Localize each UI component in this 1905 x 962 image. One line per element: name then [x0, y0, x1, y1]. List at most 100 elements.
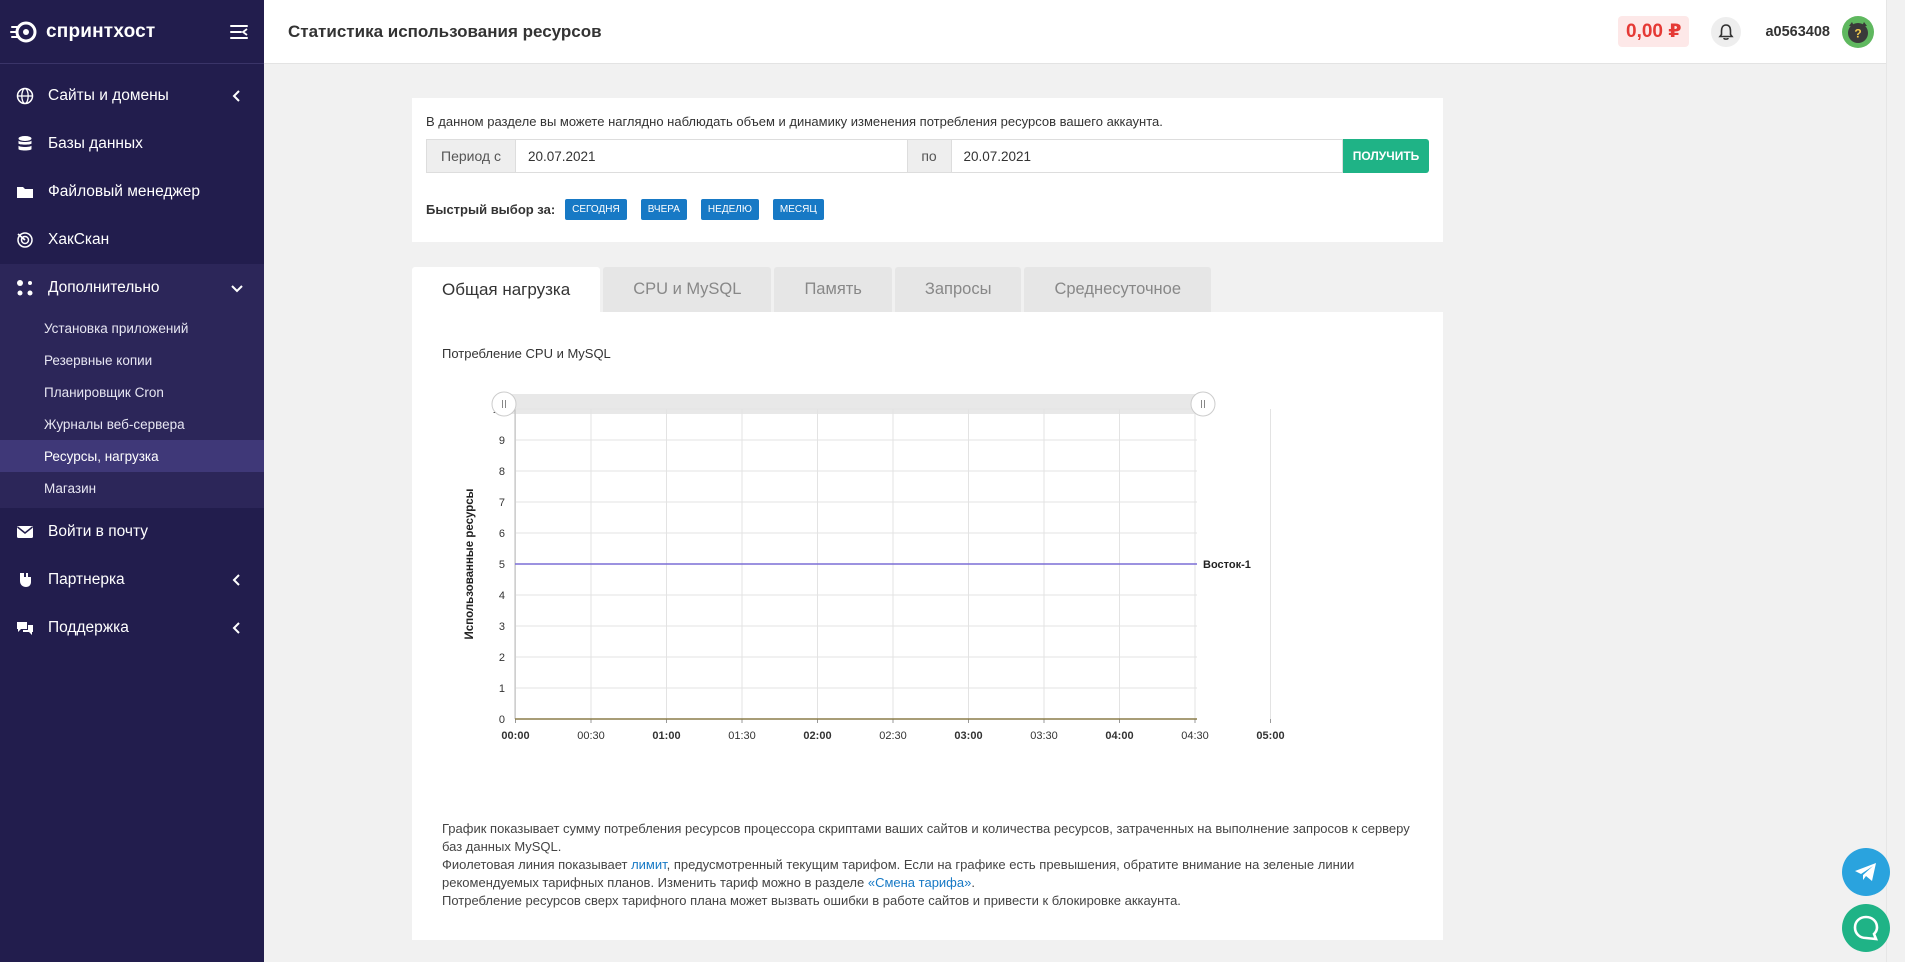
mail-icon: [16, 523, 34, 541]
chart-x-tick-label: 01:30: [728, 730, 756, 742]
change-tariff-link[interactable]: «Смена тарифа»: [868, 875, 972, 890]
chevron-left-icon: [232, 90, 240, 102]
quick-select-label: Быстрый выбор за:: [426, 202, 556, 217]
sidebar-item-databases[interactable]: Базы данных: [0, 120, 264, 168]
chart-x-tick-label: 04:00: [1105, 730, 1133, 742]
sidebar-item-hackscan[interactable]: ХакСкан: [0, 216, 264, 264]
chart-range-handle-left[interactable]: [491, 391, 517, 417]
scan-icon: [16, 231, 34, 249]
sidebar-item-label: Партнерка: [48, 571, 125, 588]
get-button[interactable]: ПОЛУЧИТЬ: [1343, 139, 1429, 173]
period-row: Период с 20.07.2021 по 20.07.2021 ПОЛУЧИ…: [426, 139, 1429, 173]
note-text: Фиолетовая линия показывает: [442, 857, 632, 872]
tab-requests[interactable]: Запросы: [894, 267, 1022, 312]
page-title: Статистика использования ресурсов: [288, 21, 602, 41]
menu-toggle-icon[interactable]: [228, 21, 250, 43]
logo-bar: спринтхост: [0, 0, 264, 64]
sidebar-item-label: ХакСкан: [48, 231, 110, 248]
quick-today-button[interactable]: СЕГОДНЯ: [565, 199, 627, 220]
chart-y-tick-label: 4: [499, 590, 505, 602]
tab-total-load[interactable]: Общая нагрузка: [412, 267, 601, 312]
globe-icon: [16, 87, 34, 105]
note-line-1: График показывает сумму потребления ресу…: [442, 821, 1410, 854]
note-line-2: Фиолетовая линия показывает лимит, преду…: [442, 856, 1422, 892]
chart-svg: 01234567891000:0000:3001:0001:3002:0002:…: [464, 391, 1285, 742]
submenu-item-app-install[interactable]: Установка приложений: [0, 312, 264, 344]
chart-y-axis-label: Использованные ресурсы: [464, 488, 476, 639]
chart-x-tick-label: 00:30: [577, 730, 605, 742]
sidebar-item-additional[interactable]: Дополнительно: [0, 264, 264, 312]
logo-icon[interactable]: [10, 18, 38, 46]
sidebar-item-label: Поддержка: [48, 619, 129, 636]
chart-x-tick-label: 03:00: [954, 730, 982, 742]
telegram-icon: [1855, 863, 1876, 881]
notifications-button[interactable]: [1711, 16, 1742, 47]
sidebar-item-support[interactable]: Поддержка: [0, 604, 264, 652]
sidebar: спринтхост Сайты и домены Базы данных Фа…: [0, 0, 264, 962]
chart-y-tick-label: 6: [499, 528, 505, 540]
quick-month-button[interactable]: МЕСЯЦ: [772, 199, 824, 220]
telegram-button[interactable]: [1842, 848, 1890, 896]
tab-daily-average[interactable]: Среднесуточное: [1024, 267, 1212, 312]
submenu-item-shop[interactable]: Магазин: [0, 472, 264, 504]
support-chat-icon: [16, 619, 34, 637]
sidebar-item-mail[interactable]: Войти в почту: [0, 508, 264, 556]
chart-limit-label: Восток-1: [1203, 559, 1251, 571]
note-text: .: [971, 875, 975, 890]
period-from-label: Период с: [426, 139, 516, 173]
date-to-input[interactable]: 20.07.2021: [951, 139, 1343, 173]
chart-x-tick-label: 03:30: [1030, 730, 1058, 742]
note-line-3: Потребление ресурсов сверх тарифного пла…: [442, 893, 1181, 908]
chart-y-tick-label: 0: [499, 714, 505, 726]
svg-text:?: ?: [1854, 26, 1861, 40]
sidebar-item-file-manager[interactable]: Файловый менеджер: [0, 168, 264, 216]
submenu-item-web-logs[interactable]: Журналы веб-сервера: [0, 408, 264, 440]
sidebar-nav: Сайты и домены Базы данных Файловый мене…: [0, 64, 264, 652]
chat-button[interactable]: [1842, 904, 1890, 952]
quick-yesterday-button[interactable]: ВЧЕРА: [640, 199, 687, 220]
top-header: Статистика использования ресурсов 0,00 ₽…: [264, 0, 1886, 64]
username[interactable]: a0563408: [1765, 24, 1830, 40]
sidebar-item-partner[interactable]: Партнерка: [0, 556, 264, 604]
chat-bubble-icon: [1853, 915, 1879, 941]
chart-x-tick-label: 01:00: [652, 730, 680, 742]
chart-x-tick-label: 00:00: [501, 730, 529, 742]
filter-card: В данном разделе вы можете наглядно набл…: [412, 98, 1443, 242]
page-scrollbar[interactable]: [1886, 0, 1905, 962]
chart-y-tick-label: 3: [499, 621, 505, 633]
period-to-label: по: [907, 139, 952, 173]
chart-x-tick-label: 02:00: [803, 730, 831, 742]
sidebar-item-label: Войти в почту: [48, 523, 148, 540]
balance-badge[interactable]: 0,00 ₽: [1618, 16, 1690, 47]
chevron-left-icon: [232, 574, 240, 586]
tab-memory[interactable]: Память: [774, 267, 892, 312]
handshake-icon: [16, 571, 34, 589]
chart-y-tick-label: 8: [499, 466, 505, 478]
date-from-input[interactable]: 20.07.2021: [516, 139, 908, 173]
sidebar-item-label: Дополнительно: [48, 279, 160, 296]
chart-title: Потребление CPU и MySQL: [442, 346, 611, 361]
tab-cpu-mysql[interactable]: CPU и MySQL: [603, 267, 772, 312]
avatar[interactable]: ?: [1842, 15, 1874, 48]
submenu-item-backups[interactable]: Резервные копии: [0, 344, 264, 376]
limit-link[interactable]: лимит: [631, 857, 667, 872]
submenu-item-resources[interactable]: Ресурсы, нагрузка: [0, 440, 264, 472]
submenu-additional: Установка приложений Резервные копии Пла…: [0, 312, 264, 508]
chart-x-tick-label: 04:30: [1181, 730, 1209, 742]
chevron-left-icon: [232, 622, 240, 634]
avatar-icon: ?: [1848, 21, 1868, 43]
stats-tabs: Общая нагрузка CPU и MySQL Память Запрос…: [412, 267, 1214, 312]
sidebar-item-label: Сайты и домены: [48, 87, 169, 104]
chart-x-tick-label: 05:00: [1256, 730, 1284, 742]
sidebar-item-label: Файловый менеджер: [48, 183, 201, 200]
chart-range-handle-right[interactable]: [1190, 391, 1216, 417]
sidebar-item-sites[interactable]: Сайты и домены: [0, 72, 264, 120]
chart-navigator: [510, 394, 1210, 414]
quick-week-button[interactable]: НЕДЕЛЮ: [700, 199, 759, 220]
database-icon: [16, 135, 34, 153]
chart-y-tick-label: 9: [499, 435, 505, 447]
sidebar-item-label: Базы данных: [48, 135, 143, 152]
brand-name[interactable]: спринтхост: [46, 21, 155, 43]
folder-icon: [16, 183, 34, 201]
submenu-item-cron[interactable]: Планировщик Cron: [0, 376, 264, 408]
